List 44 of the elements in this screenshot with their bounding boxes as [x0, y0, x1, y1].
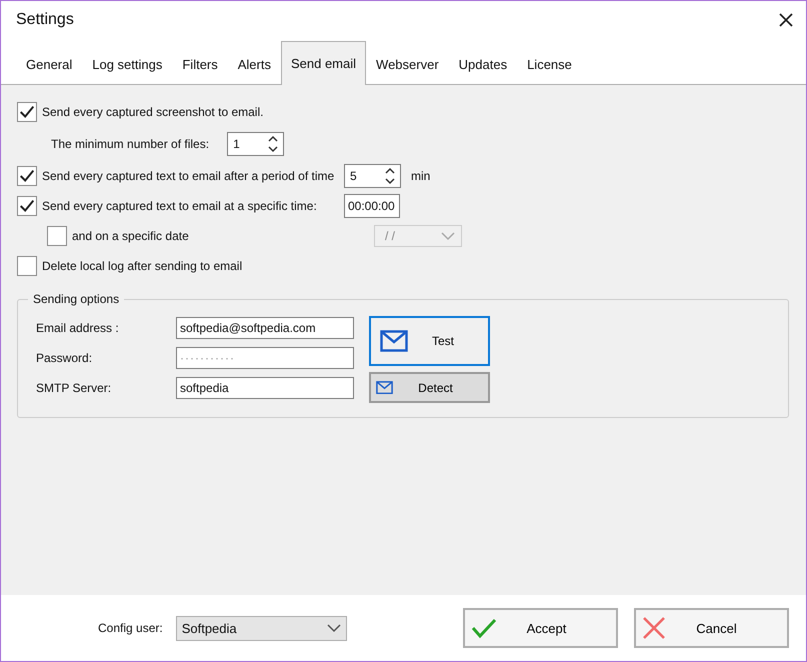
field-label: SMTP Server: — [36, 381, 112, 395]
option-label: Send every captured text to email after a period of time — [42, 169, 334, 183]
mail-button[interactable]: Detect — [369, 372, 490, 403]
option-label: Send every captured text to email at a specific time: — [42, 199, 317, 213]
input-field[interactable]: softpedia — [176, 377, 354, 399]
cancel-button[interactable]: Cancel — [634, 608, 789, 648]
spin-arrows-icon[interactable] — [384, 166, 396, 186]
number-spinner[interactable]: 1 — [227, 132, 284, 156]
user-dropdown[interactable]: Softpedia — [176, 616, 347, 640]
tab[interactable]: Log settings — [82, 43, 172, 85]
option-label: Delete local log after sending to email — [42, 259, 242, 273]
tab[interactable]: Filters — [172, 43, 228, 85]
option-label: and on a specific date — [72, 229, 189, 243]
envelope-icon — [380, 330, 408, 352]
checkmark-icon — [471, 617, 497, 639]
group-title: Sending options — [28, 292, 124, 306]
spin-arrows-icon[interactable] — [267, 134, 280, 154]
tab[interactable]: Send email — [280, 41, 366, 85]
close-icon[interactable] — [778, 12, 794, 28]
option-label: Send every captured screenshot to email. — [42, 105, 264, 119]
unit-label: min — [411, 169, 430, 183]
accept-button[interactable]: Accept — [463, 608, 618, 648]
window-title: Settings — [16, 11, 74, 29]
tab[interactable]: Webserver — [366, 43, 449, 85]
close-icon — [642, 616, 666, 640]
chevron-down-icon[interactable] — [326, 623, 342, 633]
field-label: Password: — [36, 351, 94, 365]
mail-button[interactable]: Test — [369, 316, 490, 366]
checkbox[interactable] — [17, 102, 37, 122]
checkbox[interactable] — [47, 226, 67, 246]
tab[interactable]: License — [517, 43, 582, 85]
tab[interactable]: Alerts — [228, 43, 281, 85]
checkbox[interactable] — [17, 256, 37, 276]
tab[interactable]: Updates — [448, 43, 518, 85]
input-field[interactable]: softpedia@softpedia.com — [176, 317, 354, 339]
field-label: The minimum number of files: — [51, 137, 210, 151]
time-field[interactable]: 00:00:00 — [344, 194, 400, 218]
checkbox[interactable] — [17, 196, 37, 216]
field-label: Config user: — [98, 621, 163, 635]
checkbox[interactable] — [17, 166, 37, 186]
number-spinner[interactable]: 5 — [344, 164, 401, 188]
envelope-icon — [376, 380, 393, 394]
field-label: Email address : — [36, 321, 120, 335]
tab[interactable]: General — [16, 43, 82, 85]
